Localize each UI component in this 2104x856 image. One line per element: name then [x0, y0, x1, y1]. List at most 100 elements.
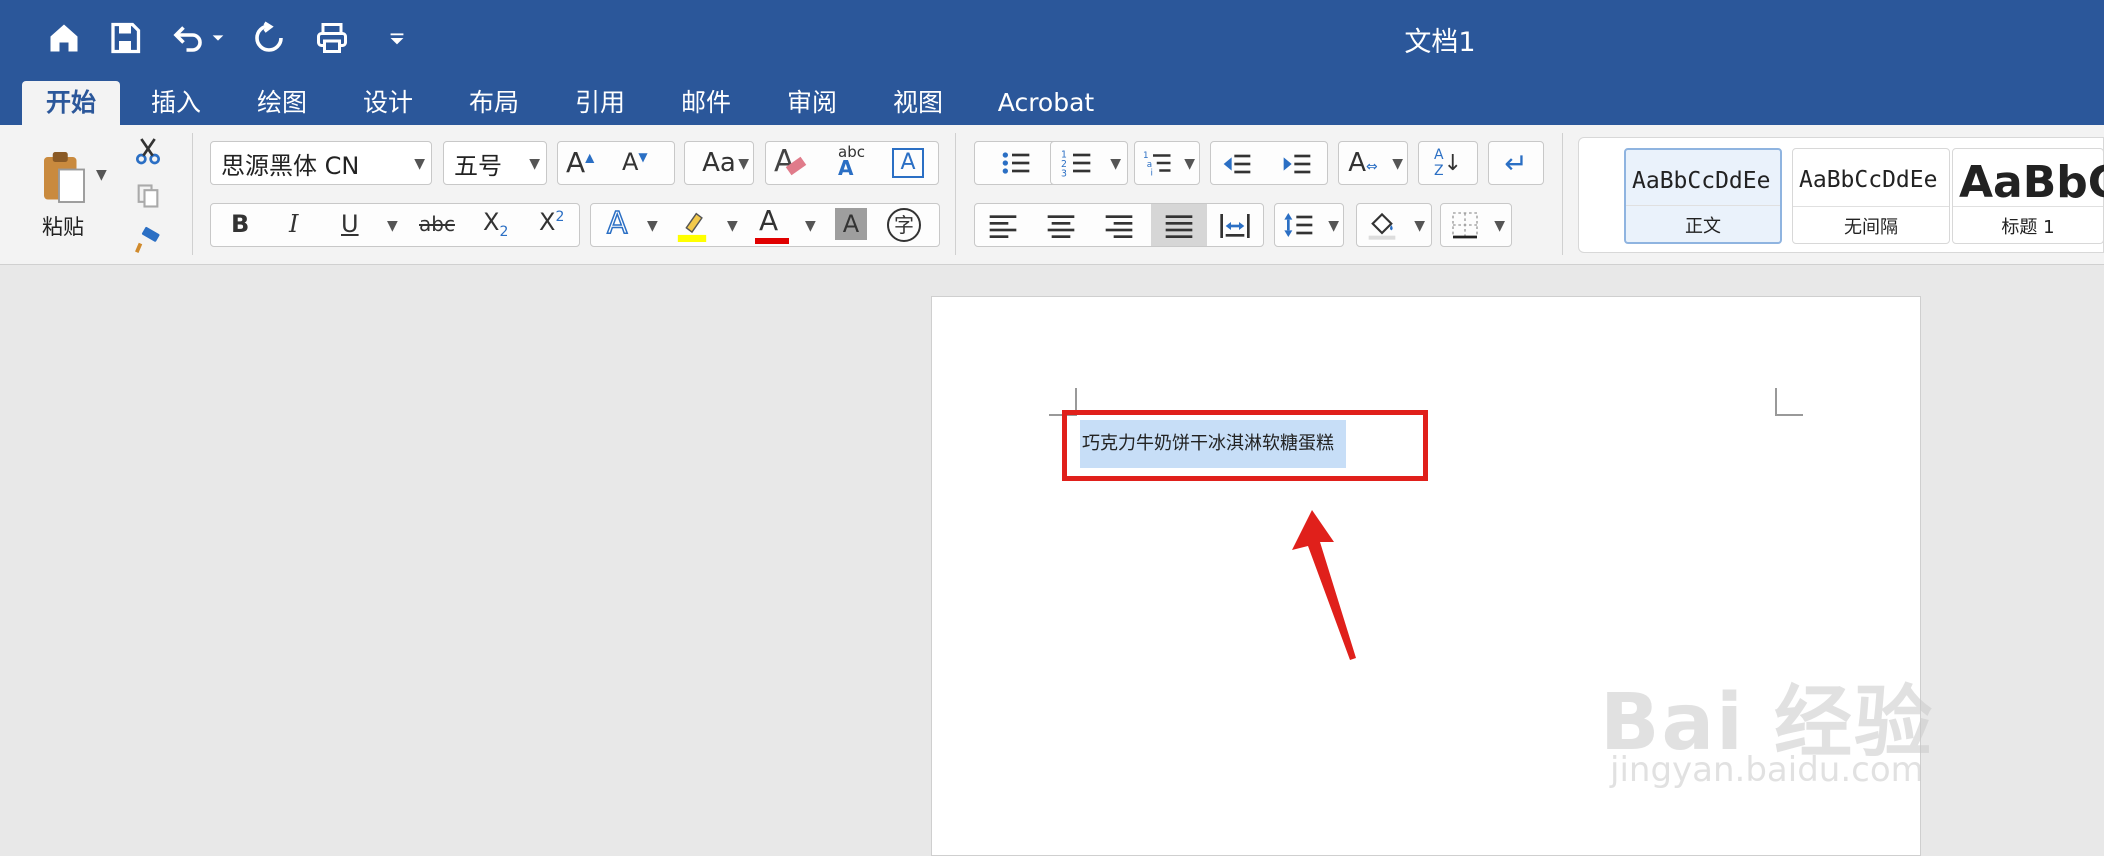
style-no-spacing[interactable]: AaBbCcDdEe 无间隔	[1792, 148, 1950, 244]
superscript-icon[interactable]: X2	[539, 208, 564, 236]
tab-references[interactable]: 引用	[564, 81, 636, 125]
undo-dropdown-icon[interactable]	[206, 16, 230, 60]
bullet-list-icon	[1002, 152, 1030, 174]
underline-dropdown-icon[interactable]: ▼	[387, 218, 398, 234]
watermark-sub-text: jingyan.baidu.com	[1610, 750, 1924, 790]
change-case-button[interactable]: Aa ▼	[684, 141, 754, 185]
svg-text:3: 3	[1061, 168, 1067, 179]
character-shading-icon[interactable]: A	[835, 208, 867, 240]
font-size-value: 五号	[454, 151, 502, 180]
subscript-icon[interactable]: X2	[483, 208, 508, 240]
ribbon-separator	[1562, 133, 1563, 255]
decrease-indent-icon[interactable]	[1221, 148, 1253, 180]
distributed-icon[interactable]	[1217, 210, 1253, 242]
undo-icon[interactable]	[166, 16, 210, 60]
multilevel-list-button[interactable]: 1ai ▼	[1134, 141, 1200, 185]
tab-home[interactable]: 开始	[22, 81, 120, 125]
justify-icon	[1165, 215, 1193, 238]
italic-icon[interactable]: I	[289, 210, 298, 238]
align-center-icon[interactable]	[1045, 210, 1077, 242]
cut-icon[interactable]	[128, 131, 168, 171]
text-effects-icon[interactable]: A	[606, 205, 628, 242]
font-size-select[interactable]: 五号 ▼	[443, 141, 547, 185]
sort-icon: AZ	[1433, 147, 1444, 179]
tab-mailings[interactable]: 邮件	[670, 81, 742, 125]
align-left-icon[interactable]	[987, 210, 1019, 242]
borders-button[interactable]: ▼	[1440, 203, 1512, 247]
indent-group	[1210, 141, 1328, 185]
chevron-down-icon: ▼	[529, 156, 540, 172]
tab-view[interactable]: 视图	[882, 81, 954, 125]
style-preview: AaBbCcDdEe	[1632, 168, 1771, 194]
annotation-highlight-box	[1062, 410, 1428, 481]
tab-draw[interactable]: 绘图	[246, 81, 318, 125]
document-title: 文档1	[1404, 27, 1476, 58]
clear-formatting-icon[interactable]: A	[774, 144, 806, 179]
style-normal[interactable]: AaBbCcDdEe 正文	[1624, 148, 1782, 244]
change-case-icon: Aa	[702, 148, 736, 178]
format-painter-icon[interactable]	[128, 221, 168, 261]
font-family-value: 思源黑体 CN	[221, 151, 360, 180]
phonetic-guide-icon[interactable]: abc A	[838, 144, 865, 178]
highlight-icon[interactable]	[675, 208, 709, 248]
grow-font-icon[interactable]: A▲	[566, 146, 594, 179]
ribbon-tabs: 开始 插入 绘图 设计 布局 引用 邮件 审阅 视图 Acrobat	[0, 77, 2104, 125]
underline-icon[interactable]: U	[341, 210, 359, 238]
tab-layout[interactable]: 布局	[458, 81, 530, 125]
paste-dropdown-icon[interactable]: ▼	[96, 167, 107, 183]
clipboard-icon	[44, 152, 85, 203]
annotation-arrow-icon	[1292, 510, 1356, 660]
home-icon[interactable]	[42, 16, 86, 60]
font-family-select[interactable]: 思源黑体 CN ▼	[210, 141, 432, 185]
bold-icon[interactable]: B	[231, 210, 249, 238]
tab-review[interactable]: 审阅	[776, 81, 848, 125]
shading-button[interactable]: ▼	[1356, 203, 1432, 247]
asian-layout-button[interactable]: A⇔ ▼	[1338, 141, 1408, 185]
multilevel-list-icon: 1ai	[1143, 151, 1171, 178]
ribbon-separator	[192, 133, 193, 255]
chevron-down-icon: ▼	[1414, 218, 1425, 234]
character-border-icon[interactable]: A	[892, 148, 924, 178]
chevron-down-icon: ▼	[1110, 156, 1121, 172]
customize-toolbar-icon[interactable]	[375, 16, 419, 60]
numbered-list-icon: 123	[1061, 150, 1091, 179]
paste-button[interactable]	[20, 135, 108, 219]
style-name: 正文	[1626, 205, 1780, 238]
style-name: 无间隔	[1793, 206, 1949, 239]
font-effects-group: A ▼ ▼ A ▼ A 字	[590, 203, 940, 247]
ribbon-separator	[955, 133, 956, 255]
chevron-down-icon: ▼	[1184, 156, 1195, 172]
show-marks-button[interactable]: ↵	[1488, 141, 1544, 185]
paragraph-mark-icon: ↵	[1504, 146, 1528, 180]
font-tools-group: A abc A A	[765, 141, 939, 185]
highlight-dropdown-icon[interactable]: ▼	[727, 218, 738, 234]
font-size-adjust-group: A▲ A▼	[557, 141, 675, 185]
align-right-icon[interactable]	[1103, 210, 1135, 242]
redo-icon[interactable]	[247, 16, 291, 60]
line-spacing-button[interactable]: ▼	[1274, 203, 1344, 247]
font-color-icon[interactable]: A	[755, 204, 789, 244]
tab-design[interactable]: 设计	[352, 81, 424, 125]
tab-insert[interactable]: 插入	[140, 81, 212, 125]
numbering-button[interactable]: 123 ▼	[1050, 141, 1128, 185]
chevron-down-icon: ▼	[738, 156, 749, 172]
strikethrough-icon[interactable]: abc	[419, 212, 455, 236]
title-bar: 文档1	[0, 0, 2104, 77]
justify-button[interactable]	[1151, 204, 1207, 246]
shrink-font-icon[interactable]: A▼	[622, 148, 648, 176]
increase-indent-icon[interactable]	[1281, 148, 1313, 180]
borders-icon	[1452, 212, 1478, 239]
enclose-characters-icon[interactable]: 字	[887, 208, 921, 242]
style-heading-1[interactable]: AaBbC 标题 1	[1952, 148, 2104, 244]
tab-acrobat[interactable]: Acrobat	[990, 81, 1102, 125]
print-icon[interactable]	[310, 16, 354, 60]
line-spacing-icon	[1284, 213, 1313, 237]
ribbon: ▼ 粘贴 思源黑体 CN ▼ 五号 ▼ A▲ A▼ Aa ▼ A abc A A …	[0, 125, 2104, 265]
copy-icon[interactable]	[128, 176, 168, 216]
font-color-dropdown-icon[interactable]: ▼	[805, 218, 816, 234]
save-icon[interactable]	[103, 16, 147, 60]
margin-corner-top-right	[1775, 388, 1803, 416]
sort-button[interactable]: A Z ↓	[1418, 141, 1478, 185]
style-preview: AaBbC	[1959, 157, 2104, 208]
text-effects-dropdown-icon[interactable]: ▼	[647, 218, 658, 234]
